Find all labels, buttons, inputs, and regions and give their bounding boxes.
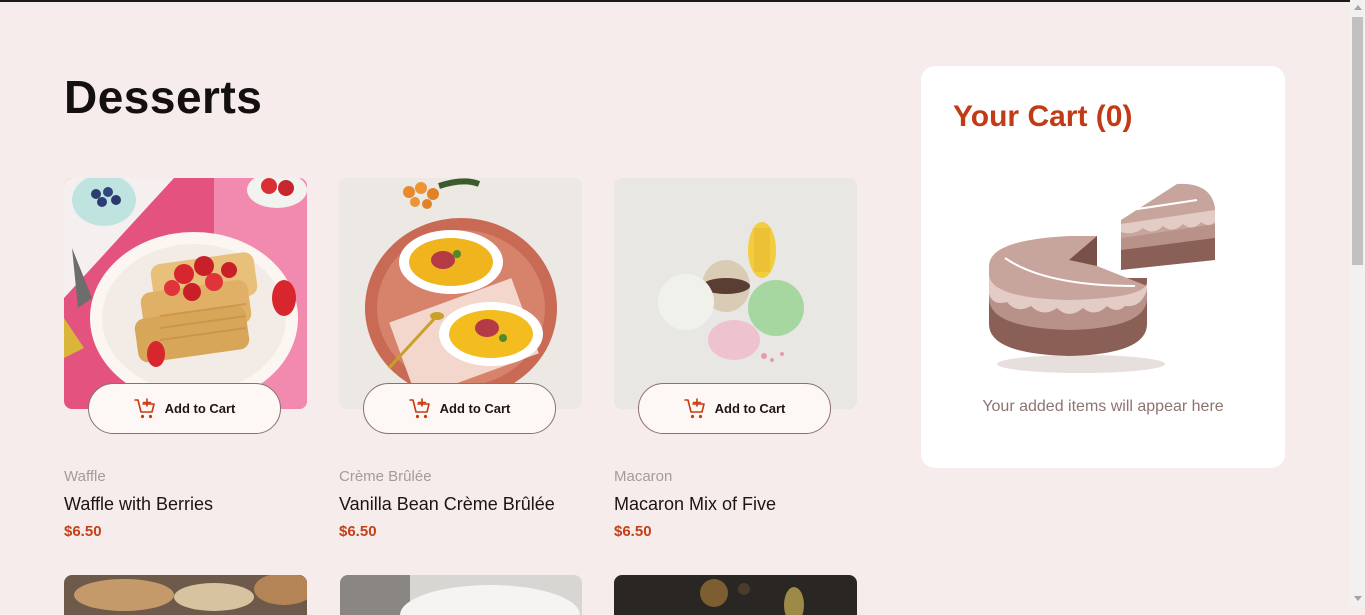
cart-plus-icon [683,397,705,418]
add-to-cart-label: Add to Cart [439,401,511,416]
product-image-partial [64,575,307,615]
add-to-cart-label: Add to Cart [714,401,786,416]
add-to-cart-label: Add to Cart [164,401,236,416]
product-image-macaron [614,178,857,409]
cart-plus-icon [133,397,155,418]
add-to-cart-button[interactable]: Add to Cart [638,383,831,434]
product-price: $6.50 [614,523,652,540]
add-to-cart-button[interactable]: Add to Cart [363,383,556,434]
product-card: Add to Cart Crème Brûlée Vanilla Bean Cr… [339,178,582,558]
product-price: $6.50 [339,523,377,540]
product-image-partial [340,575,582,615]
scrollbar-thumb[interactable] [1352,17,1363,265]
product-image-waffle [64,178,307,409]
add-to-cart-button[interactable]: Add to Cart [88,383,281,434]
scroll-up-arrow-icon[interactable] [1354,5,1362,10]
product-category: Macaron [614,468,673,485]
scroll-down-arrow-icon[interactable] [1354,596,1362,601]
product-price: $6.50 [64,523,102,540]
product-name: Vanilla Bean Crème Brûlée [339,494,555,514]
product-category: Crème Brûlée [339,468,432,485]
product-image-partial [614,575,857,615]
page-title: Desserts [64,71,263,123]
product-page: Desserts Add to Cart Waffle Waffle with … [0,0,1350,615]
product-image-creme-brulee [339,178,582,409]
product-card: Add to Cart Macaron Macaron Mix of Five … [614,178,857,558]
empty-cake-illustration [985,178,1221,383]
cart-plus-icon [408,397,430,418]
product-name: Waffle with Berries [64,494,214,514]
product-card: Add to Cart Waffle Waffle with Berries $… [64,178,307,558]
cart-title: Your Cart (0) [953,100,1133,133]
product-name: Macaron Mix of Five [614,494,777,514]
cart-empty-message: Your added items will appear here [982,398,1224,415]
cart-panel: Your Cart (0) Your added items will appe… [921,66,1285,468]
product-category: Waffle [64,468,106,485]
